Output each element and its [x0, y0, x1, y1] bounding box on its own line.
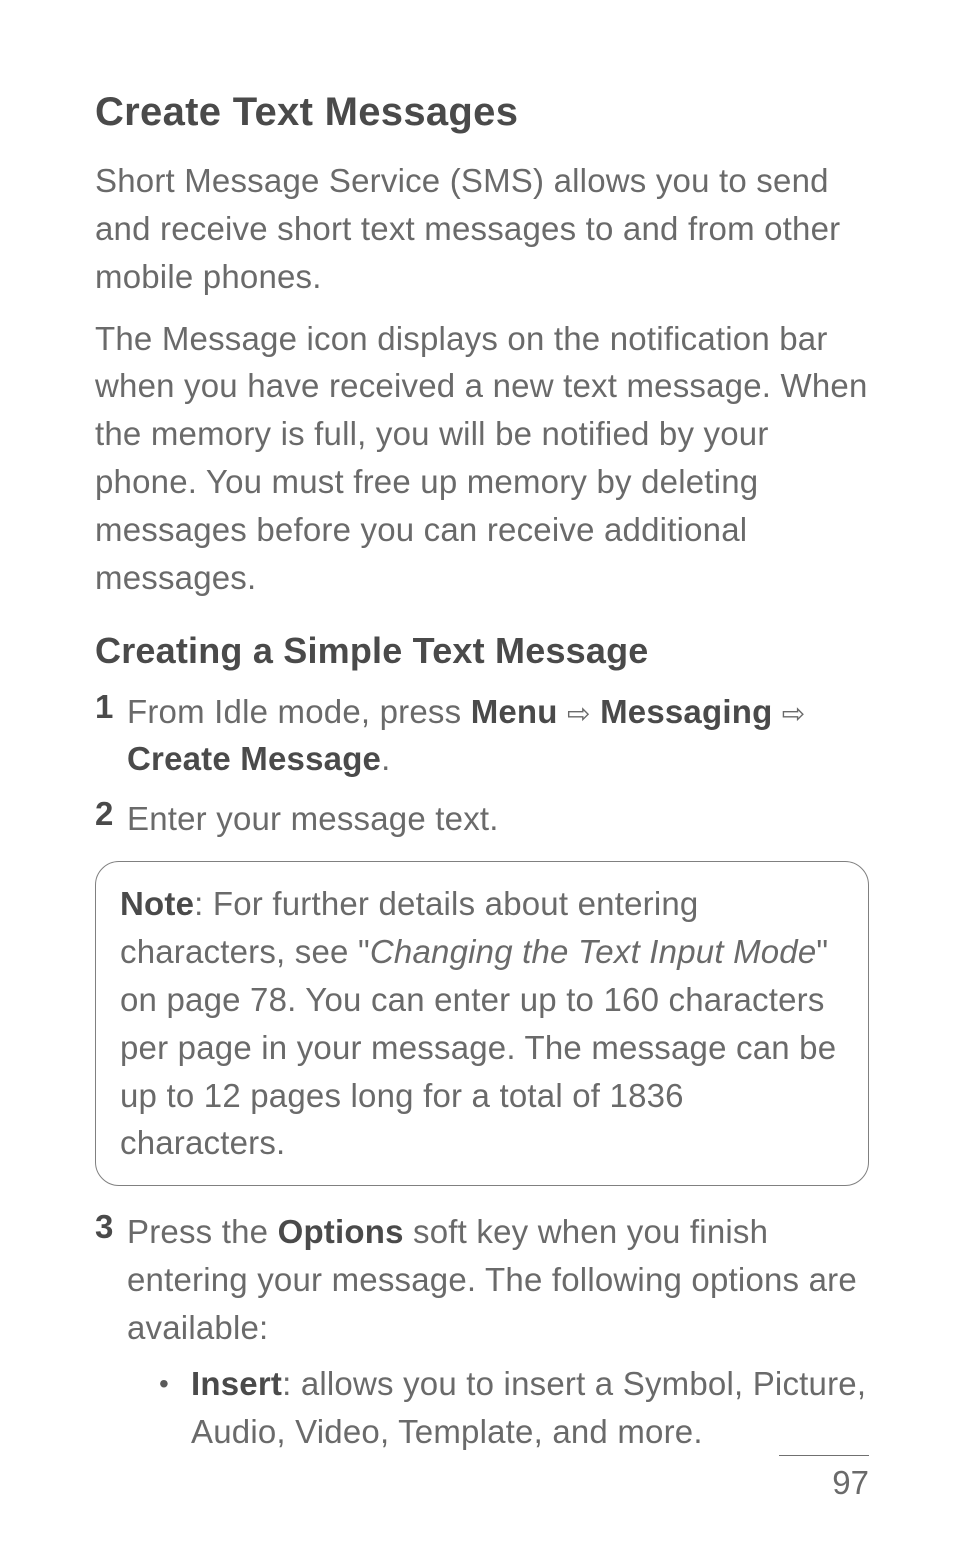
options-label: Options [278, 1213, 404, 1250]
step-number: 3 [95, 1208, 127, 1455]
paragraph-intro-1: Short Message Service (SMS) allows you t… [95, 157, 869, 301]
step-3: 3 Press the Options soft key when you fi… [95, 1208, 869, 1455]
page-footer: 97 [779, 1455, 869, 1502]
arrow-icon: ⇨ [567, 698, 591, 729]
note-label: Note [120, 885, 194, 922]
step-number: 1 [95, 688, 127, 784]
paragraph-intro-2: The Message icon displays on the notific… [95, 315, 869, 602]
page-number: 97 [832, 1464, 869, 1501]
insert-label: Insert [191, 1365, 282, 1402]
step-content: Press the Options soft key when you fini… [127, 1208, 869, 1455]
subsection-heading: Creating a Simple Text Message [95, 630, 869, 672]
step-text-pre: Press the [127, 1213, 278, 1250]
step-text-pre: From Idle mode, press [127, 693, 471, 730]
arrow-icon: ⇨ [782, 698, 806, 729]
section-heading: Create Text Messages [95, 90, 869, 135]
bullet-insert: • Insert: allows you to insert a Symbol,… [159, 1360, 869, 1456]
messaging-label: Messaging [600, 693, 772, 730]
footer-divider [779, 1455, 869, 1456]
step-content: From Idle mode, press Menu ⇨ Messaging ⇨… [127, 688, 869, 784]
bullet-content: Insert: allows you to insert a Symbol, P… [191, 1360, 869, 1456]
create-message-label: Create Message [127, 740, 381, 777]
bullet-text: : allows you to insert a Symbol, Picture… [191, 1365, 866, 1450]
note-box: Note: For further details about entering… [95, 861, 869, 1186]
step-1: 1 From Idle mode, press Menu ⇨ Messaging… [95, 688, 869, 784]
bullet-icon: • [159, 1360, 191, 1456]
step-content: Enter your message text. [127, 795, 499, 843]
step-period: . [381, 740, 390, 777]
note-italic-ref: Changing the Text Input Mode [370, 933, 817, 970]
step-number: 2 [95, 795, 127, 843]
menu-label: Menu [471, 693, 558, 730]
step-2: 2 Enter your message text. [95, 795, 869, 843]
